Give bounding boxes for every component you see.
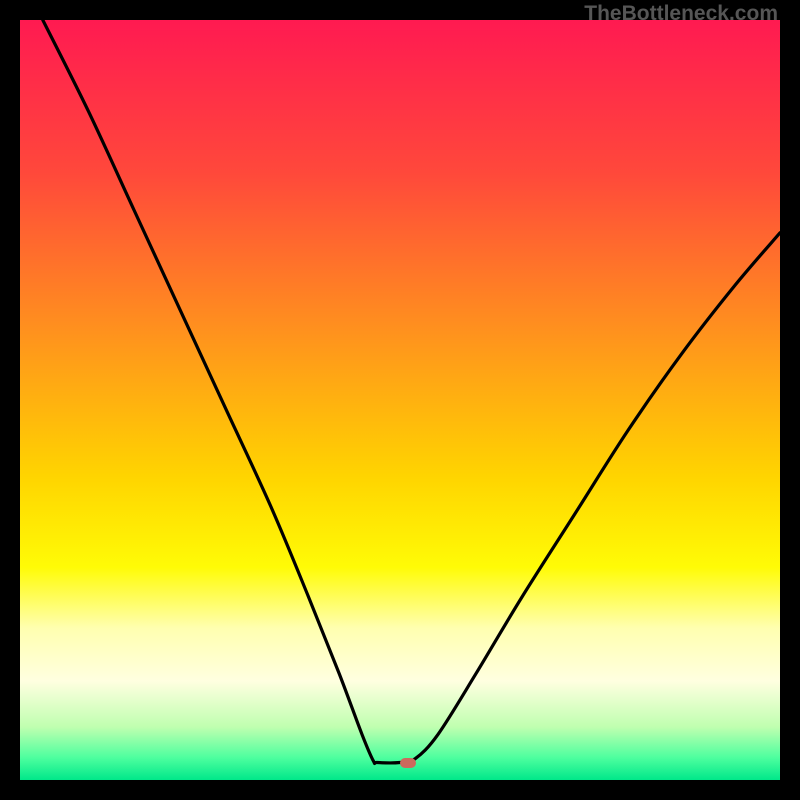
bottleneck-curve xyxy=(43,20,780,763)
curve-layer xyxy=(20,20,780,780)
plot-area xyxy=(20,20,780,780)
watermark-text: TheBottleneck.com xyxy=(584,2,778,26)
optimal-marker xyxy=(400,758,416,768)
